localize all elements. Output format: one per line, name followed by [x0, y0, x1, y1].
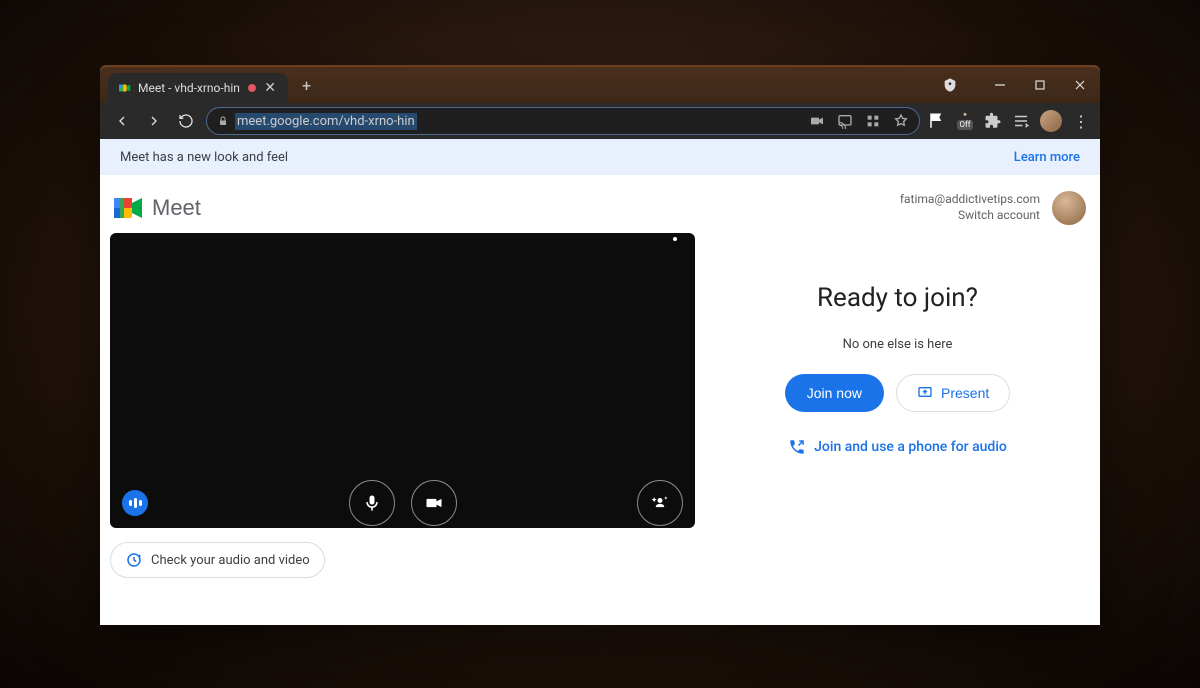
account-area: fatima@addictivetips.com Switch account	[900, 191, 1086, 225]
visual-effects-button[interactable]	[637, 480, 683, 526]
lock-icon	[217, 115, 229, 127]
preview-column: Check your audio and video	[110, 233, 695, 578]
browser-tab[interactable]: Meet - vhd-xrno-hin ✕	[108, 73, 288, 103]
microphone-toggle-button[interactable]	[349, 480, 395, 526]
extension-off-badge[interactable]: Off	[956, 112, 974, 130]
titlebar: Meet - vhd-xrno-hin ✕ +	[100, 67, 1100, 103]
meet-logo: Meet	[114, 195, 201, 221]
present-screen-icon	[917, 385, 933, 401]
present-label: Present	[941, 385, 989, 401]
url-text: meet.google.com/vhd-xrno-hin	[235, 113, 417, 130]
account-avatar[interactable]	[1052, 191, 1086, 225]
reading-list-icon[interactable]	[1012, 112, 1030, 130]
browser-window: Meet - vhd-xrno-hin ✕ + meet.google.com/…	[100, 65, 1100, 625]
page-header: Meet fatima@addictivetips.com Switch acc…	[110, 191, 1090, 233]
tab-title: Meet - vhd-xrno-hin	[138, 81, 242, 95]
check-audio-video-button[interactable]: Check your audio and video	[110, 542, 325, 578]
account-email: fatima@addictivetips.com	[900, 192, 1040, 208]
join-subtitle: No one else is here	[843, 337, 953, 352]
info-banner: Meet has a new look and feel Learn more	[100, 139, 1100, 175]
meet-logo-icon	[114, 196, 144, 220]
join-now-button[interactable]: Join now	[785, 374, 884, 412]
address-bar[interactable]: meet.google.com/vhd-xrno-hin	[206, 107, 920, 135]
window-controls	[942, 67, 1100, 103]
check-av-label: Check your audio and video	[151, 553, 310, 568]
video-preview	[110, 233, 695, 528]
recording-indicator-icon	[248, 84, 256, 92]
phone-icon	[788, 438, 806, 456]
preview-menu-icon[interactable]	[673, 237, 677, 241]
camera-indicator-icon[interactable]	[809, 113, 825, 129]
reload-button[interactable]	[174, 109, 198, 133]
main-row: Check your audio and video Ready to join…	[110, 233, 1090, 578]
shield-icon[interactable]	[942, 77, 958, 93]
profile-avatar-button[interactable]	[1040, 110, 1062, 132]
join-phone-label: Join and use a phone for audio	[814, 439, 1007, 455]
join-panel: Ready to join? No one else is here Join …	[705, 233, 1090, 578]
minimize-button[interactable]	[980, 67, 1020, 103]
switch-account-link[interactable]: Switch account	[900, 208, 1040, 224]
tab-close-button[interactable]: ✕	[262, 80, 278, 96]
meet-favicon-icon	[118, 81, 132, 95]
camera-toggle-button[interactable]	[411, 480, 457, 526]
maximize-button[interactable]	[1020, 67, 1060, 103]
voice-activity-icon	[122, 490, 148, 516]
grid-icon[interactable]	[865, 113, 881, 129]
product-name: Meet	[152, 195, 201, 221]
back-button[interactable]	[110, 109, 134, 133]
extensions-puzzle-icon[interactable]	[984, 112, 1002, 130]
browser-toolbar: meet.google.com/vhd-xrno-hin Off ⋮	[100, 103, 1100, 139]
preview-controls	[122, 490, 683, 516]
page-content: Meet fatima@addictivetips.com Switch acc…	[100, 175, 1100, 625]
banner-text: Meet has a new look and feel	[120, 150, 288, 165]
close-window-button[interactable]	[1060, 67, 1100, 103]
new-tab-button[interactable]: +	[288, 76, 325, 95]
settings-check-icon	[125, 551, 143, 569]
present-button[interactable]: Present	[896, 374, 1010, 412]
join-title: Ready to join?	[817, 283, 978, 313]
extension-flag-icon[interactable]	[928, 112, 946, 130]
bookmark-star-icon[interactable]	[893, 113, 909, 129]
join-buttons: Join now Present	[785, 374, 1011, 412]
forward-button[interactable]	[142, 109, 166, 133]
browser-menu-button[interactable]: ⋮	[1072, 112, 1090, 130]
cast-icon[interactable]	[837, 113, 853, 129]
extensions-area: Off ⋮	[928, 110, 1090, 132]
learn-more-link[interactable]: Learn more	[1014, 150, 1080, 165]
join-phone-link[interactable]: Join and use a phone for audio	[788, 438, 1007, 456]
